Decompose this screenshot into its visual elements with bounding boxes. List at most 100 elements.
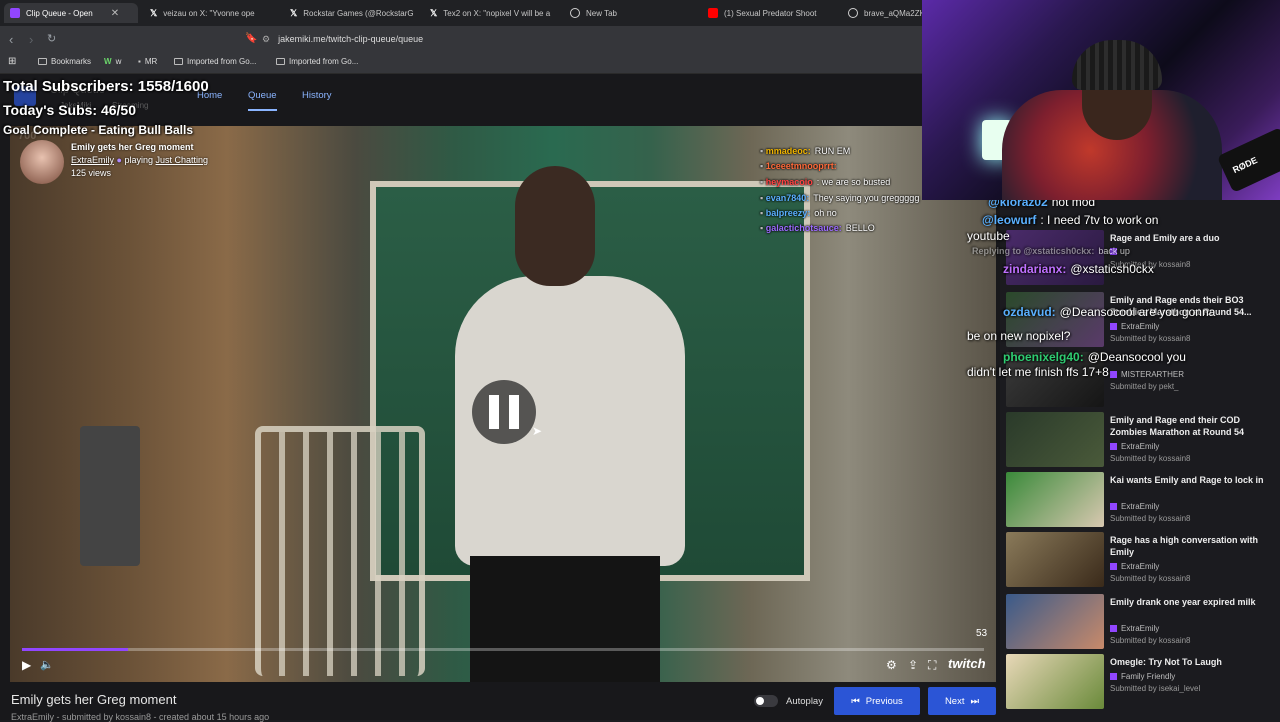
tab-rockstar[interactable]: 𝕏 Rockstar Games (@RockstarG <box>290 3 415 23</box>
tab-clip-queue[interactable]: Clip Queue - Open ✕ <box>4 3 138 23</box>
url-text: jakemiki.me/twitch-clip-queue/queue <box>278 34 424 44</box>
x-favicon-icon: 𝕏 <box>290 7 298 18</box>
fullscreen-icon[interactable]: ⛶ <box>928 658 936 673</box>
pause-overlay-icon[interactable] <box>472 380 536 444</box>
queue-item-thumbnail[interactable] <box>1006 654 1104 709</box>
tab-veizau[interactable]: 𝕏 veizau on X: "Yvonne ope <box>150 3 275 23</box>
yt-chat-username: ozdavud: <box>1003 305 1056 319</box>
queue-item-channel: Family Friendly <box>1110 672 1175 681</box>
queue-item[interactable]: Rage has a high conversation with Emily E… <box>1006 532 1276 590</box>
todays-subs-overlay: Today's Subs: 46/50 <box>3 102 137 118</box>
clip-title: Emily gets her Greg moment <box>11 692 177 707</box>
twitch-icon <box>1110 625 1117 632</box>
queue-item-thumbnail[interactable] <box>1006 412 1104 467</box>
chat-username: galactichotsauce: <box>765 223 842 233</box>
video-player[interactable]: ➤ <box>10 126 996 682</box>
yt-chat-line: @leowurf: I need 7tv to work on <box>982 213 1158 227</box>
bottom-bar: Emily gets her Greg moment ExtraEmily - … <box>0 682 1000 722</box>
progress-bar[interactable] <box>22 648 984 651</box>
twitch-icon <box>1110 443 1117 450</box>
tab-brave[interactable]: brave_aQMa2ZK <box>848 3 922 23</box>
yt-chat-line: ozdavud: @Deansocool are you gonna <box>1003 305 1215 319</box>
url-field[interactable]: ⚙ jakemiki.me/twitch-clip-queue/queue <box>262 30 922 48</box>
nav-history[interactable]: History <box>302 90 332 101</box>
yt-chat-message: youtube <box>967 229 1010 243</box>
back-icon[interactable]: ‹ <box>9 32 13 47</box>
chat-badge-icon: ▪ <box>760 146 766 156</box>
total-subs-overlay: Total Subscribers: 1558/1600 <box>3 78 209 95</box>
queue-item-channel-name: ExtraEmily <box>1121 502 1160 511</box>
tab-title: veizau on X: "Yvonne ope <box>163 8 255 18</box>
queue-item-thumbnail[interactable] <box>1006 594 1104 649</box>
reload-icon[interactable]: ↻ <box>47 32 56 45</box>
bookmark-mr[interactable]: ▪ MR <box>138 57 157 66</box>
autoplay-label: Autoplay <box>786 696 823 707</box>
bookmark-imported-1[interactable]: Imported from Go... <box>174 57 256 66</box>
progress-fill <box>22 648 128 651</box>
video-scene-chair <box>255 426 425 676</box>
chat-badge-icon: ▪ <box>760 208 766 218</box>
site-info-icon[interactable]: ⚙ <box>262 34 270 45</box>
queue-item-channel: ExtraEmily <box>1110 322 1159 331</box>
clip-channel-link[interactable]: ExtraEmily <box>71 155 114 165</box>
previous-label: Previous <box>865 695 903 707</box>
yt-chat-username: Replying to @xstaticsh0ckx: <box>972 246 1095 256</box>
bookmark-imported-2[interactable]: Imported from Go... <box>276 57 358 66</box>
player-controls: 53 ▶ 🔈 ⚙ ⇪ ⛶ twitch <box>10 628 996 682</box>
chat-badge-icon: ▪ <box>760 177 766 187</box>
play-icon[interactable]: ▶ <box>22 658 31 672</box>
clip-views: 125 views <box>71 168 112 178</box>
nav-queue[interactable]: Queue <box>248 90 277 111</box>
tab-tex2[interactable]: 𝕏 Tex2 on X: "nopixel V will be a <box>430 3 555 23</box>
yt-chat-line: Replying to @xstaticsh0ckx: back up <box>972 246 1130 256</box>
youtube-favicon-icon <box>708 8 718 18</box>
queue-item-thumbnail[interactable] <box>1006 472 1104 527</box>
bookmark-icon[interactable]: 🔖 <box>245 33 257 44</box>
clip-channel-avatar[interactable] <box>20 140 64 184</box>
brave-favicon-icon <box>570 8 580 18</box>
forward-icon[interactable]: › <box>29 32 33 47</box>
clip-game-link[interactable]: Just Chatting <box>156 155 209 165</box>
next-label: Next <box>944 695 965 707</box>
close-tab-icon[interactable]: ✕ <box>111 8 119 19</box>
chat-username: heymacoio <box>765 177 813 187</box>
bookmark-label: Imported from Go... <box>187 57 257 66</box>
previous-button[interactable]: ⏮ Previous <box>834 687 920 715</box>
chat-username: 1ceeetmnooprrt: <box>765 161 837 171</box>
video-scene-trashcan <box>80 426 140 566</box>
settings-icon[interactable]: ⚙ <box>886 658 897 672</box>
twitch-logo[interactable]: twitch <box>948 656 986 671</box>
queue-item[interactable]: Omegle: Try Not To Laugh Family Friendly S… <box>1006 654 1276 712</box>
yt-chat-username: phoenixelg40: <box>1003 350 1084 364</box>
queue-item-channel: ExtraEmily <box>1110 624 1159 633</box>
queue-item[interactable]: Emily drank one year expired milk ExtraEm… <box>1006 594 1276 652</box>
next-button[interactable]: Next ⏭ <box>928 687 996 715</box>
previous-icon: ⏮ <box>851 695 860 707</box>
queue-item[interactable]: Rage and Emily are a duo Submitted by kos… <box>1006 230 1276 288</box>
volume-icon[interactable]: 🔈 <box>40 658 54 671</box>
queue-item-channel: ExtraEmily <box>1110 502 1159 511</box>
queue-item-thumbnail[interactable] <box>1006 532 1104 587</box>
autoplay-toggle[interactable] <box>754 695 778 707</box>
tab-title: New Tab <box>586 8 617 18</box>
queue-item-channel-name: ExtraEmily <box>1121 442 1160 451</box>
queue-item-submitter: Submitted by pekt_ <box>1110 382 1179 391</box>
yt-chat-line: zindarianx: @xstaticsh0ckx <box>1003 262 1154 276</box>
tab-youtube[interactable]: (1) Sexual Predator Shoot <box>708 3 833 23</box>
queue-item[interactable]: Emily and Rage end their COD Zombies Mar… <box>1006 412 1276 470</box>
queue-item-thumbnail[interactable] <box>1006 230 1104 285</box>
bookmark-w[interactable]: Ww <box>104 57 121 66</box>
bookmarks-folder[interactable]: Bookmarks <box>38 57 91 66</box>
queue-item[interactable]: Kai wants Emily and Rage to lock in Extra… <box>1006 472 1276 530</box>
apps-grid-icon[interactable]: ⊞ <box>8 56 16 67</box>
tab-title: (1) Sexual Predator Shoot <box>724 8 817 18</box>
share-icon[interactable]: ⇪ <box>908 658 918 672</box>
clip-info-channel-line: ExtraEmily ● playing Just Chatting <box>71 155 208 165</box>
queue-item-submitter: Submitted by kossain8 <box>1110 454 1191 463</box>
twitch-icon <box>1110 563 1117 570</box>
yt-chat-line: be on new nopixel? <box>963 329 1070 343</box>
yt-chat-message: didn't let me finish ffs 17+8 <box>967 365 1109 379</box>
chat-badge-icon: ▪ <box>760 161 766 171</box>
twitch-icon <box>1110 371 1117 378</box>
tab-new-tab[interactable]: New Tab <box>570 3 695 23</box>
